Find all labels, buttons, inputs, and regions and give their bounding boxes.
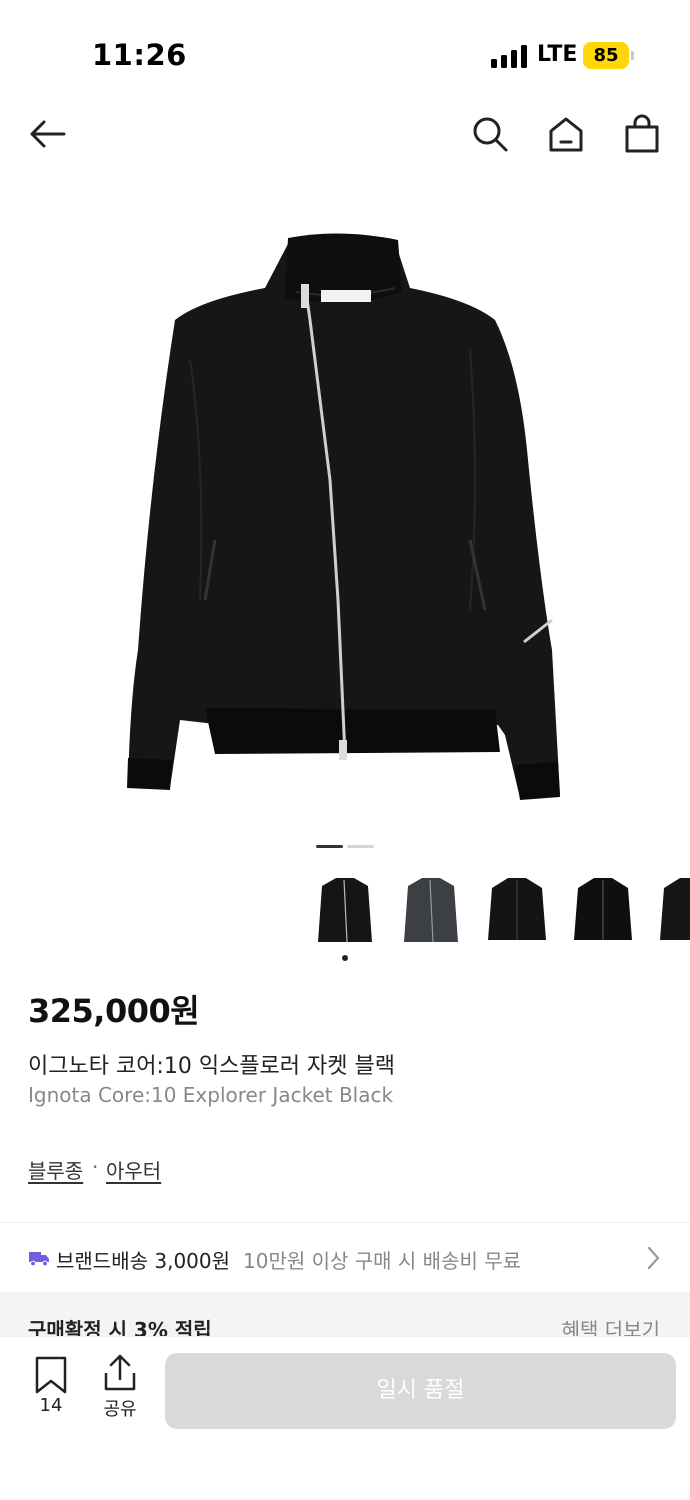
black-bomber-thumb-icon — [488, 878, 546, 940]
share-icon — [104, 1354, 136, 1391]
signal-icon — [491, 44, 527, 68]
shipping-fee: 브랜드배송 3,000원 — [56, 1249, 231, 1273]
bookmark-icon — [35, 1356, 67, 1394]
category-link-outer[interactable]: 아우터 — [106, 1155, 161, 1184]
share-button[interactable] — [102, 1353, 138, 1393]
status-bar: 11:26 LTE 85 — [0, 0, 690, 100]
back-button[interactable] — [26, 112, 70, 156]
chevron-right-icon — [647, 1246, 660, 1270]
category-separator: · — [92, 1155, 99, 1179]
bookmark-button[interactable] — [33, 1355, 69, 1395]
section-divider — [0, 1222, 690, 1223]
thumbnail-3[interactable] — [482, 868, 552, 950]
status-time: 11:26 — [92, 38, 187, 72]
battery-level: 85 — [593, 45, 619, 66]
network-type: LTE — [537, 42, 578, 67]
search-icon — [473, 117, 508, 152]
product-name-ko: 이그노타 코어:10 익스플로러 자켓 블랙 — [28, 1054, 395, 1079]
black-jacket-thumb-partial-icon — [660, 878, 690, 940]
product-name-en: Ignota Core:10 Explorer Jacket Black — [28, 1083, 394, 1107]
category-link-blouson[interactable]: 블루종 — [28, 1155, 83, 1184]
battery-icon: 85 — [583, 42, 629, 69]
share-label: 공유 — [103, 1399, 137, 1420]
sold-out-button: 일시 품절 — [165, 1353, 676, 1429]
bookmark-count: 14 — [39, 1395, 63, 1416]
black-track-jacket-thumb-icon — [574, 878, 632, 940]
product-price: 325,000원 — [28, 992, 200, 1030]
thumbnail-selected-dot — [342, 955, 348, 961]
home-button[interactable] — [544, 112, 588, 156]
cart-button[interactable] — [620, 112, 664, 156]
pager-indicator — [347, 845, 374, 848]
black-jacket-thumb-icon — [318, 878, 372, 943]
thumbnail-2[interactable] — [396, 868, 466, 950]
product-main-image[interactable] — [0, 180, 690, 830]
bottom-action-bar: 14 공유 일시 품절 — [0, 1336, 690, 1500]
shopping-bag-icon — [625, 114, 659, 153]
back-arrow-icon — [30, 120, 66, 148]
thumbnail-1[interactable] — [310, 868, 380, 950]
home-icon — [549, 117, 583, 152]
battery-nub — [631, 51, 634, 60]
jacket-illustration — [127, 233, 560, 800]
thumbnail-4[interactable] — [568, 868, 638, 950]
pager-indicator-active — [316, 845, 343, 848]
search-button[interactable] — [468, 112, 512, 156]
shipping-info-row[interactable]: 브랜드배송 3,000원 10만원 이상 구매 시 배송비 무료 — [0, 1225, 690, 1291]
free-shipping-note: 10만원 이상 구매 시 배송비 무료 — [243, 1249, 522, 1273]
thumbnail-5[interactable] — [654, 868, 690, 950]
charcoal-jacket-thumb-icon — [404, 878, 458, 943]
truck-icon — [29, 1252, 49, 1267]
